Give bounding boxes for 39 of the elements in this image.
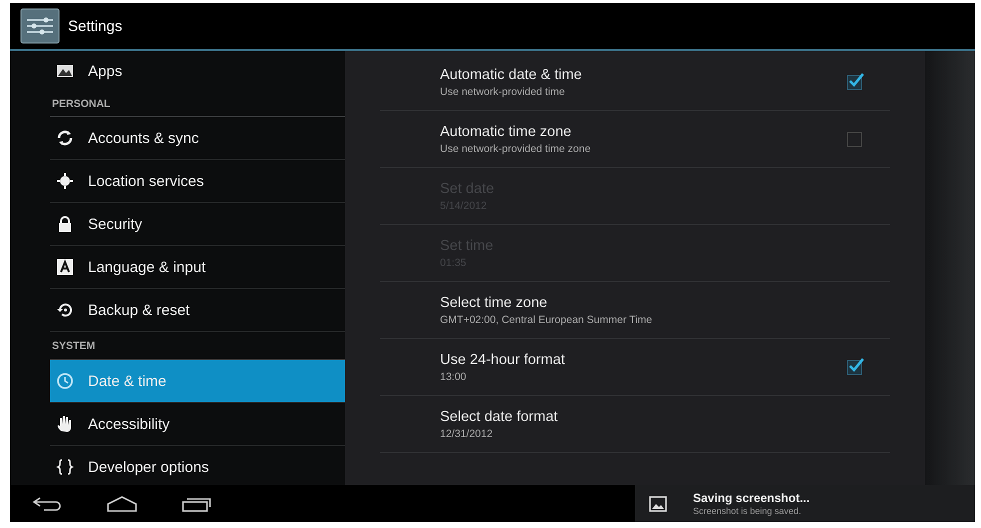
setting-summary: 13:00 (440, 370, 468, 382)
notification[interactable]: Saving screenshot... Screenshot is being saved. (635, 485, 975, 522)
notification-title: Saving screenshot... (693, 491, 810, 505)
sidebar-item[interactable]: Apps (50, 51, 345, 91)
sidebar-item[interactable]: Security (50, 203, 345, 246)
sidebar-item[interactable]: Location services (50, 160, 345, 203)
sidebar-item[interactable]: Accessibility (50, 403, 345, 446)
lock-icon (56, 215, 74, 233)
setting-title: Use 24-hour format (440, 352, 566, 368)
keyboard-letter-icon (56, 258, 74, 276)
setting-summary: Use network-provided time zone (440, 142, 592, 154)
setting-summary: GMT+02:00, Central European Summer Time (440, 314, 654, 326)
section-header: PERSONAL (50, 91, 345, 117)
notification-text: Screenshot is being saved. (693, 506, 802, 516)
location-icon (56, 172, 74, 190)
setting-row[interactable]: Automatic date & time Use network-provided time (380, 54, 890, 111)
setting-row[interactable]: Use 24-hour format 13:00 (380, 339, 890, 396)
setting-title: Select date format (440, 408, 559, 424)
settings-app-icon[interactable] (20, 8, 60, 44)
setting-row[interactable]: Select time zone GMT+02:00, Central European Summer Time (380, 282, 890, 339)
setting-title: Select time zone (440, 294, 548, 310)
braces-icon (56, 458, 74, 476)
sidebar-item[interactable]: Language & input (50, 246, 345, 289)
app-title: Settings (68, 18, 122, 34)
setting-title: Automatic time zone (440, 124, 572, 140)
setting-row[interactable]: Automatic time zone Use network-provided time zone (380, 111, 890, 168)
setting-row[interactable]: Select date format 12/31/2012 (380, 396, 890, 453)
restore-icon (56, 301, 74, 319)
picture-icon (56, 62, 74, 80)
sync-icon (56, 129, 74, 147)
clock-icon (56, 372, 74, 390)
hand-icon (56, 415, 74, 433)
checkbox[interactable] (847, 74, 862, 90)
image-icon (649, 496, 667, 512)
setting-title: Automatic date & time (440, 66, 583, 82)
setting-summary: Use network-provided time (440, 86, 566, 98)
checkbox[interactable] (847, 360, 862, 374)
checkbox[interactable] (847, 132, 862, 146)
setting-summary: 12/31/2012 (440, 428, 494, 440)
